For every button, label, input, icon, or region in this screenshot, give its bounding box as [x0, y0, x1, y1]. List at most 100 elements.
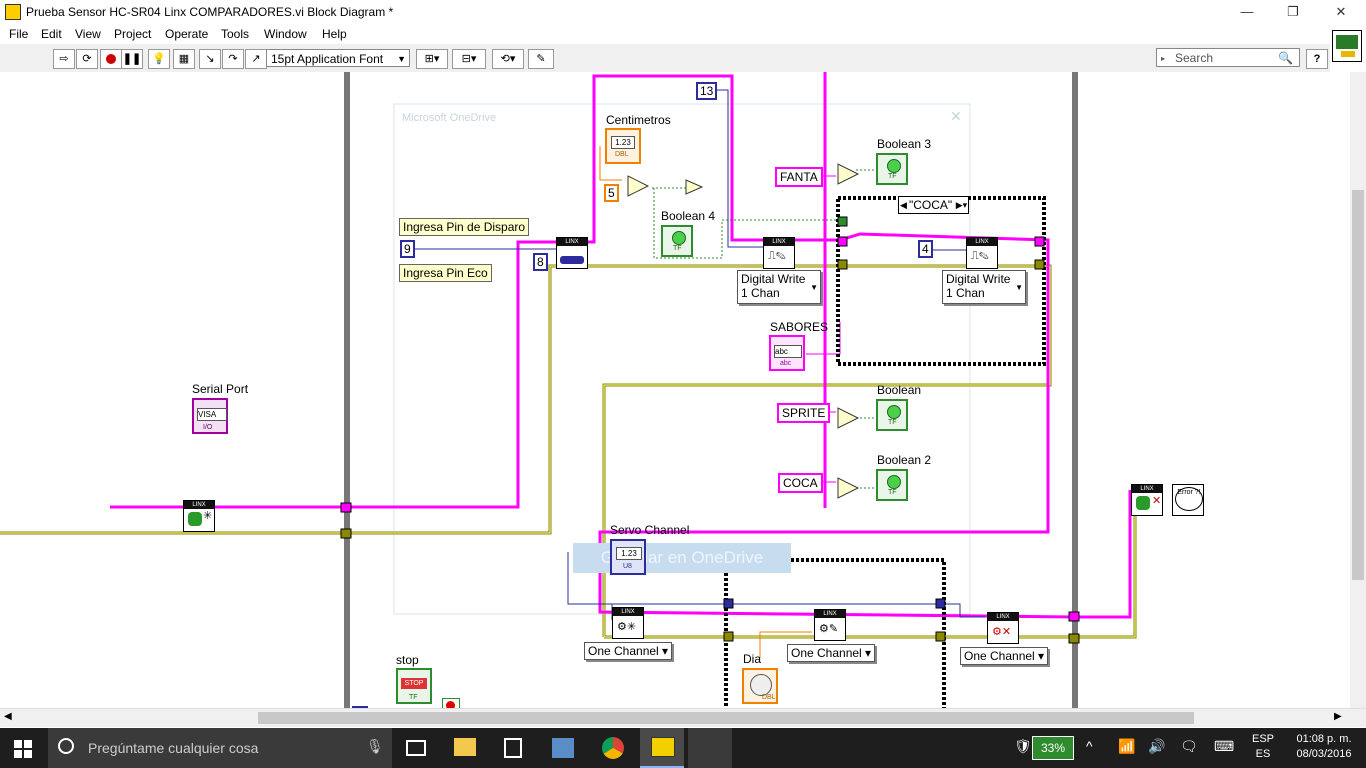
- const-pin8[interactable]: 8: [533, 253, 548, 271]
- servo-display: 1.23: [616, 547, 642, 560]
- language-indicator[interactable]: ESP ES: [1252, 732, 1274, 762]
- simple-error-handler-node[interactable]: Error ?!: [1172, 484, 1204, 516]
- align-objects-icon[interactable]: ⊞▾: [416, 49, 448, 69]
- step-into-icon[interactable]: ↘: [199, 49, 221, 69]
- vertical-scrollbar[interactable]: [1350, 72, 1366, 708]
- case-next-icon[interactable]: ▶▾: [956, 197, 967, 213]
- dia-control[interactable]: DBL: [742, 668, 778, 704]
- scroll-right-icon[interactable]: ▶: [1334, 711, 1342, 722]
- ring-one-channel-3[interactable]: One Channel ▾: [960, 647, 1049, 665]
- step-out-icon[interactable]: ↗: [245, 49, 267, 69]
- context-help-icon[interactable]: ?: [1306, 49, 1328, 69]
- close-button[interactable]: ✕: [1318, 0, 1364, 24]
- ring-digital-write-2[interactable]: Digital Write 1 Chan ▼: [942, 270, 1026, 304]
- linx-digital-write-1-node[interactable]: LINX ⎍✎: [763, 237, 795, 269]
- language-line2: ES: [1255, 748, 1271, 760]
- abort-icon[interactable]: [100, 49, 122, 69]
- paint-icon[interactable]: [552, 738, 574, 758]
- menu-tools[interactable]: Tools: [221, 27, 249, 41]
- show-hidden-icons-icon[interactable]: ^: [1086, 738, 1093, 754]
- const-coca[interactable]: COCA: [778, 473, 823, 493]
- chrome-icon[interactable]: [602, 737, 624, 759]
- volume-icon[interactable]: 🔊: [1148, 738, 1165, 755]
- battery-indicator[interactable]: 33%: [1032, 736, 1074, 760]
- menu-file[interactable]: File: [9, 27, 28, 41]
- linx-servo-write-node[interactable]: LINX ⚙✎: [814, 609, 846, 641]
- servo-channel-control[interactable]: 1.23 U8: [610, 539, 646, 575]
- stop-sign-icon: [446, 701, 455, 708]
- case-selector[interactable]: ◀ "COCA" ▶▾: [898, 196, 970, 214]
- boolean-indicator[interactable]: TF: [876, 399, 908, 431]
- linx-ultrasonic-node[interactable]: LINX: [556, 237, 588, 269]
- menu-view[interactable]: View: [75, 27, 101, 41]
- start-pane-4: [24, 750, 32, 758]
- block-diagram-canvas[interactable]: Microsoft OneDrive ✕ Guardar en OneDrive…: [0, 72, 1350, 708]
- scroll-thumb[interactable]: [258, 712, 1194, 724]
- centimetros-indicator[interactable]: 1.23 DBL: [605, 128, 641, 164]
- retain-wire-values-icon[interactable]: ▦: [173, 49, 195, 69]
- linx-open-header: LINX: [184, 501, 214, 509]
- label-serial-port: Serial Port: [192, 382, 249, 396]
- labview-taskbar-icon[interactable]: [640, 728, 684, 768]
- linx-open-node[interactable]: LINX ✳: [183, 500, 215, 532]
- linx-servo-open-node[interactable]: LINX ⚙✳: [612, 607, 644, 639]
- taskbar-window-preview[interactable]: [688, 728, 732, 768]
- vi-icon[interactable]: [1332, 30, 1362, 62]
- cortana-search-box[interactable]: Pregúntame cualquier cosa 🎙: [48, 728, 392, 768]
- digital-write-1-icon: ⎍✎: [768, 250, 786, 262]
- const-fanta[interactable]: FANTA: [775, 167, 823, 187]
- ring-one-channel-1[interactable]: One Channel ▾: [584, 642, 673, 660]
- font-select[interactable]: 15pt Application Font ▼: [266, 49, 410, 67]
- pause-icon[interactable]: ❚❚: [121, 49, 143, 69]
- run-continuously-icon[interactable]: ⟳: [76, 49, 98, 69]
- run-arrow-icon[interactable]: ⇨: [53, 49, 75, 69]
- resource-wire-main-inner: [0, 265, 590, 534]
- const-pin13[interactable]: 13: [696, 82, 718, 100]
- search-input[interactable]: Search 🔍 ▸: [1156, 48, 1300, 67]
- menu-operate[interactable]: Operate: [165, 27, 208, 41]
- clean-up-diagram-icon[interactable]: ✎: [528, 49, 554, 69]
- menu-project[interactable]: Project: [114, 27, 151, 41]
- menu-edit[interactable]: Edit: [41, 27, 62, 41]
- step-over-icon[interactable]: ↷: [222, 49, 244, 69]
- windows-start-icon[interactable]: [14, 740, 32, 758]
- const-5[interactable]: 5: [604, 184, 619, 202]
- const-pin9[interactable]: 9: [400, 240, 415, 258]
- centimetros-display: 1.23: [611, 136, 635, 149]
- boolean2-indicator[interactable]: TF: [876, 469, 908, 501]
- action-center-icon[interactable]: 🗨: [1180, 738, 1198, 755]
- keyboard-icon[interactable]: ⌨: [1214, 738, 1234, 755]
- sabores-control[interactable]: abc abc: [769, 335, 805, 371]
- linx-servo-close-node[interactable]: LINX ⚙✕: [987, 612, 1019, 644]
- boolean4-indicator[interactable]: TF: [661, 225, 693, 257]
- reorder-icon[interactable]: ⟲▾: [492, 49, 524, 69]
- file-explorer-icon[interactable]: [454, 738, 476, 756]
- boolean3-indicator[interactable]: TF: [876, 153, 908, 185]
- stop-control[interactable]: STOP TF: [396, 668, 432, 704]
- restore-button[interactable]: ❐: [1270, 0, 1316, 24]
- minimize-button[interactable]: —: [1224, 0, 1270, 24]
- equal-node-coca: [837, 477, 860, 499]
- linx-close-node[interactable]: LINX ✕: [1131, 484, 1163, 516]
- scroll-left-icon[interactable]: ◀: [4, 711, 12, 722]
- linx-digital-write-2-node[interactable]: LINX ⎍✎: [966, 237, 998, 269]
- wifi-icon[interactable]: 📶: [1118, 738, 1135, 755]
- defender-icon[interactable]: 🛡: [1014, 738, 1032, 755]
- const-sprite[interactable]: SPRITE: [777, 403, 831, 423]
- ring-one-channel-2[interactable]: One Channel ▾: [787, 644, 876, 662]
- task-view-icon[interactable]: [406, 740, 426, 756]
- clock[interactable]: 01:08 p. m. 08/03/2016: [1292, 732, 1356, 762]
- menu-help[interactable]: Help: [322, 27, 347, 41]
- serial-port-control[interactable]: VISA I/O: [192, 398, 228, 434]
- microphone-icon[interactable]: 🎙: [366, 738, 384, 755]
- menu-window[interactable]: Window: [264, 27, 307, 41]
- ring-digital-write-1[interactable]: Digital Write 1 Chan ▼: [737, 270, 821, 304]
- horizontal-scrollbar[interactable]: ◀ ▶: [0, 708, 1366, 727]
- const-pin4[interactable]: 4: [918, 240, 933, 258]
- vertical-scroll-thumb[interactable]: [1352, 190, 1364, 580]
- highlight-execution-icon[interactable]: 💡: [148, 49, 170, 69]
- case-prev-icon[interactable]: ◀: [900, 197, 907, 213]
- dial-icon: [750, 674, 772, 696]
- distribute-objects-icon[interactable]: ⊟▾: [452, 49, 486, 69]
- store-icon[interactable]: [504, 738, 522, 758]
